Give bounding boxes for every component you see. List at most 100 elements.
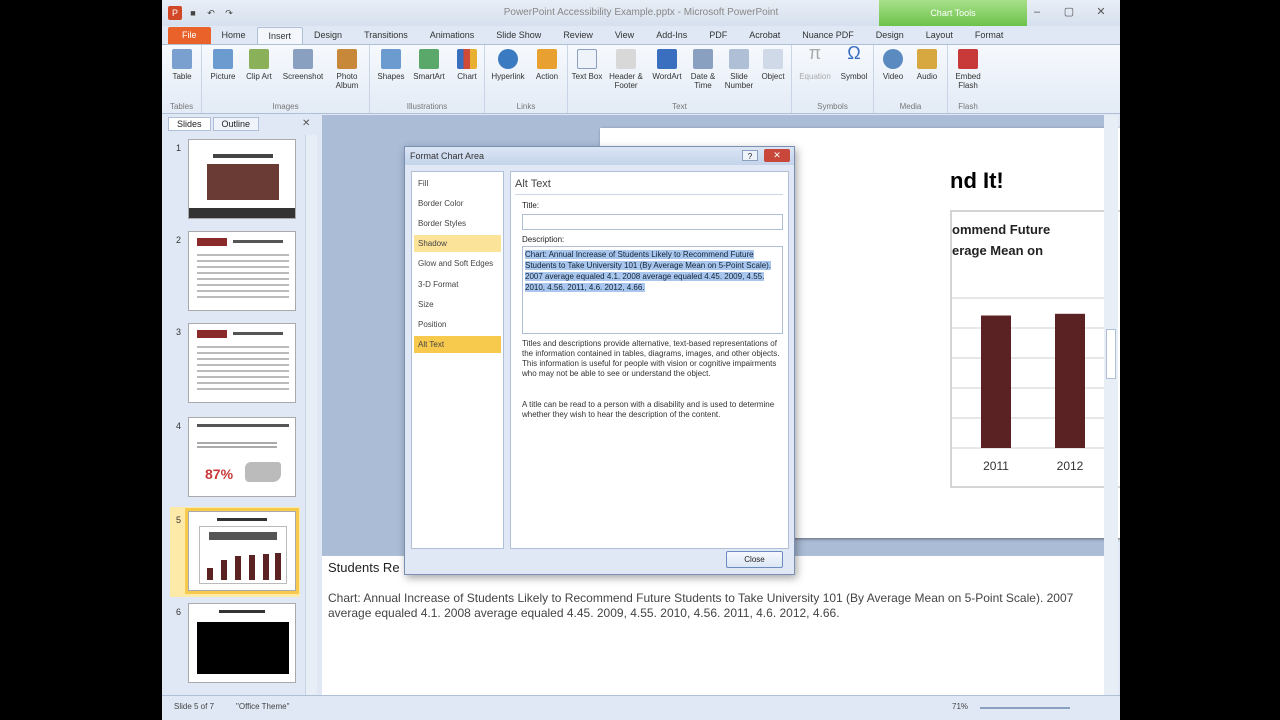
action-button-label: Action (535, 72, 559, 81)
slide-number: 6 (176, 607, 182, 617)
alt-description-input[interactable]: Chart: Annual Increase of Students Likel… (522, 246, 783, 334)
slide-thumbnail-2[interactable] (188, 231, 296, 311)
tab-slide-show[interactable]: Slide Show (485, 27, 552, 44)
date-time-button-label: Date & Time (690, 72, 716, 90)
nav-size[interactable]: Size (414, 296, 501, 313)
text-box-button-label: Text Box (571, 72, 603, 81)
alt-title-input[interactable] (522, 214, 783, 230)
smartart-button-label: SmartArt (413, 72, 445, 81)
close-icon[interactable]: ✕ (764, 149, 790, 162)
group-tables: Table Tables (162, 45, 202, 113)
group-label: Tables (169, 102, 194, 111)
tab-chart-layout[interactable]: Layout (915, 27, 964, 44)
theme-name: "Office Theme" (236, 702, 290, 711)
slides-panel-scrollbar[interactable] (305, 135, 317, 695)
tab-acrobat[interactable]: Acrobat (738, 27, 791, 44)
slides-panel: Slides Outline ✕ 1 2 3 4 87% 5 6 (162, 115, 320, 695)
nav-shadow[interactable]: Shadow (414, 235, 501, 252)
date-time-button[interactable]: Date & Time (686, 49, 720, 90)
embed-flash-button[interactable]: Embed Flash (951, 49, 985, 90)
shapes-button[interactable]: Shapes (374, 49, 408, 81)
title-bar: P ■ ↶ ↷ PowerPoint Accessibility Example… (162, 0, 1120, 26)
slide-thumbnail-3[interactable] (188, 323, 296, 403)
tab-file[interactable]: File (168, 27, 211, 44)
chart-button-label: Chart (457, 72, 477, 81)
dialog-titlebar[interactable]: Format Chart Area ? ✕ (405, 147, 794, 165)
chart-bar-2012[interactable] (1055, 313, 1085, 448)
slide-thumbnail-1[interactable] (188, 139, 296, 219)
wordart-button[interactable]: WordArt (648, 49, 686, 81)
tab-pdf[interactable]: PDF (698, 27, 738, 44)
chart-area[interactable]: ommend Future erage Mean on 2011 2012 (950, 210, 1120, 488)
tab-transitions[interactable]: Transitions (353, 27, 419, 44)
tab-insert[interactable]: Insert (256, 27, 304, 44)
nav-border-styles[interactable]: Border Styles (414, 215, 501, 232)
symbol-button-label: Symbol (840, 72, 868, 81)
wordart-icon (657, 49, 677, 69)
group-symbols: π Equation Ω Symbol Symbols (792, 43, 874, 113)
tab-chart-design[interactable]: Design (865, 27, 915, 44)
chart-bar-2011[interactable] (981, 315, 1011, 448)
nav-fill[interactable]: Fill (414, 175, 501, 192)
slide-title[interactable]: nd It! (950, 168, 1004, 194)
nav-border-color[interactable]: Border Color (414, 195, 501, 212)
nav-3d-format[interactable]: 3-D Format (414, 276, 501, 293)
description-text: Chart: Annual Increase of Students Likel… (525, 250, 772, 292)
group-images: Picture Clip Art Screenshot Photo Album … (202, 45, 370, 113)
tab-view[interactable]: View (604, 27, 645, 44)
video-button[interactable]: Video (876, 49, 910, 81)
zoom-slider[interactable] (980, 707, 1070, 709)
group-label: Images (272, 102, 299, 111)
notes-pane[interactable]: Students Re Chart: Annual Increase of St… (322, 555, 1104, 695)
minimize-icon[interactable]: – (1026, 4, 1048, 20)
help-icon[interactable]: ? (742, 150, 758, 161)
equation-button[interactable]: π Equation (795, 44, 835, 81)
nav-glow-soft-edges[interactable]: Glow and Soft Edges (414, 255, 501, 272)
x-tick-label: 2012 (1057, 459, 1084, 473)
tab-nuance-pdf[interactable]: Nuance PDF (791, 27, 865, 44)
omega-icon: Ω (847, 43, 861, 63)
symbol-button[interactable]: Ω Symbol (837, 43, 871, 81)
table-button-label: Table (172, 72, 192, 81)
action-button[interactable]: Action (530, 49, 564, 81)
hyperlink-button[interactable]: Hyperlink (488, 49, 528, 81)
picture-button[interactable]: Picture (206, 49, 240, 81)
nav-position[interactable]: Position (414, 316, 501, 333)
description-label: Description: (522, 235, 565, 244)
nav-alt-text[interactable]: Alt Text (414, 336, 501, 353)
close-button[interactable]: Close (726, 551, 783, 568)
chart-tools-context-label: Chart Tools (879, 0, 1027, 26)
clip-art-button[interactable]: Clip Art (242, 49, 276, 81)
screenshot-button[interactable]: Screenshot (280, 49, 326, 81)
tab-slides[interactable]: Slides (168, 117, 211, 131)
tab-add-ins[interactable]: Add-Ins (645, 27, 698, 44)
table-button[interactable]: Table (165, 49, 199, 81)
smartart-button[interactable]: SmartArt (410, 49, 448, 81)
photo-album-icon (337, 49, 357, 69)
maximize-icon[interactable]: ▢ (1058, 4, 1080, 20)
group-illustrations: Shapes SmartArt Chart Illustrations (370, 45, 485, 113)
slide-thumbnail-6[interactable] (188, 603, 296, 683)
chart-button[interactable]: Chart (450, 49, 484, 81)
text-box-button[interactable]: Text Box (570, 49, 604, 81)
object-icon (763, 49, 783, 69)
slide-number-button[interactable]: Slide Number (720, 49, 758, 90)
audio-button[interactable]: Audio (910, 49, 944, 81)
chart-icon (457, 49, 477, 69)
tab-review[interactable]: Review (552, 27, 604, 44)
editor-scrollbar[interactable] (1104, 115, 1118, 695)
object-button[interactable]: Object (756, 49, 790, 81)
tab-design[interactable]: Design (303, 27, 353, 44)
close-icon[interactable]: ✕ (302, 118, 310, 129)
tab-outline[interactable]: Outline (212, 117, 260, 131)
photo-album-button[interactable]: Photo Album (330, 49, 364, 90)
slide-thumbnail-4[interactable]: 87% (188, 417, 296, 497)
slide-thumbnail-5[interactable] (185, 508, 299, 594)
tab-chart-format[interactable]: Format (964, 27, 1015, 44)
scroll-thumb[interactable] (1106, 329, 1116, 379)
tab-home[interactable]: Home (211, 27, 257, 44)
close-icon[interactable]: ✕ (1090, 4, 1112, 20)
tab-animations[interactable]: Animations (419, 27, 486, 44)
dialog-title: Format Chart Area (410, 151, 485, 161)
header-footer-button[interactable]: Header & Footer (606, 49, 646, 90)
